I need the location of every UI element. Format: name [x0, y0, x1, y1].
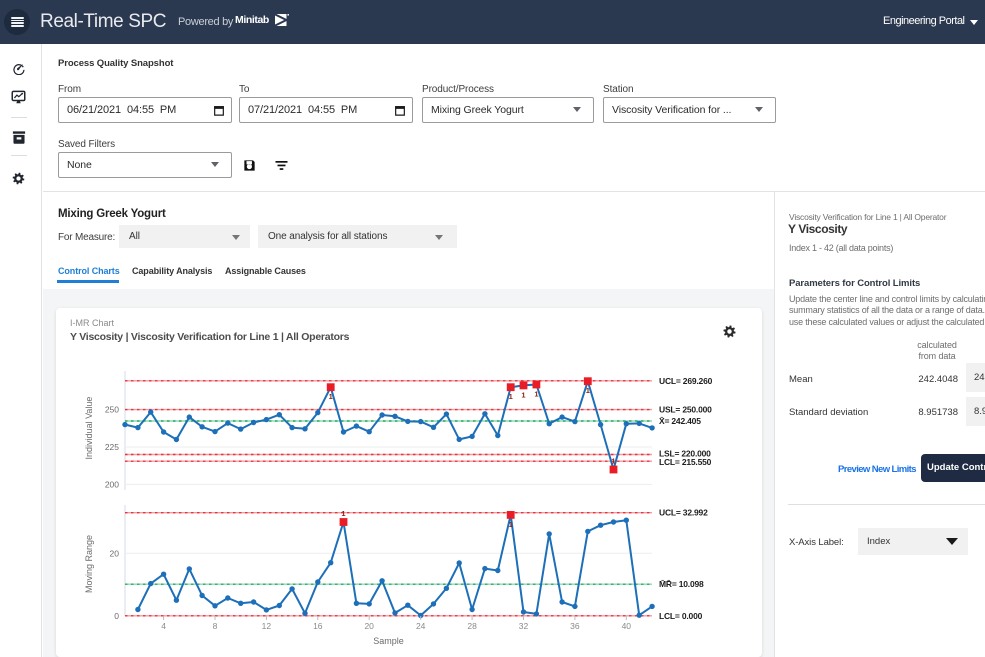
- svg-text:1: 1: [611, 457, 615, 466]
- svg-text:40: 40: [622, 621, 632, 631]
- svg-text:20: 20: [110, 548, 120, 558]
- svg-text:1: 1: [341, 509, 345, 518]
- svg-text:LCL= 215.550: LCL= 215.550: [659, 457, 712, 467]
- svg-text:1: 1: [509, 520, 513, 529]
- svg-text:1: 1: [509, 392, 513, 401]
- svg-text:USL= 250.000: USL= 250.000: [659, 405, 712, 415]
- svg-text:0: 0: [114, 611, 119, 621]
- svg-text:250: 250: [105, 405, 119, 415]
- svg-text:28: 28: [467, 621, 477, 631]
- svg-text:LCL= 0.000: LCL= 0.000: [659, 611, 703, 621]
- svg-text:UCL= 32.992: UCL= 32.992: [659, 508, 708, 518]
- svg-text:4: 4: [161, 621, 166, 631]
- svg-text:UCL= 269.260: UCL= 269.260: [659, 376, 713, 386]
- svg-text:1: 1: [586, 386, 590, 395]
- svg-text:Sample: Sample: [373, 636, 404, 646]
- svg-text:1: 1: [534, 390, 538, 399]
- svg-text:36: 36: [570, 621, 580, 631]
- svg-text:24: 24: [416, 621, 426, 631]
- svg-text:8: 8: [213, 621, 218, 631]
- svg-text:20: 20: [364, 621, 374, 631]
- svg-text:16: 16: [313, 621, 323, 631]
- svg-text:12: 12: [262, 621, 272, 631]
- svg-text:M̄R̄= 10.098: M̄R̄= 10.098: [659, 579, 704, 589]
- svg-text:225: 225: [105, 442, 119, 452]
- svg-text:Individual Value: Individual Value: [84, 397, 94, 460]
- svg-text:1: 1: [521, 390, 525, 399]
- svg-text:32: 32: [519, 621, 529, 631]
- svg-text:200: 200: [105, 479, 119, 489]
- svg-text:Moving Range: Moving Range: [84, 535, 94, 593]
- svg-text:1: 1: [329, 392, 333, 401]
- svg-text:X̄= 242.405: X̄= 242.405: [659, 416, 701, 426]
